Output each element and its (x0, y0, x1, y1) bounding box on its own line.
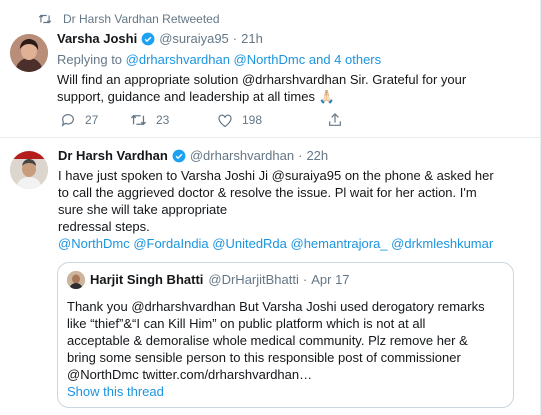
tweet-text-line: sure she will take appropriate (58, 202, 228, 217)
tweet-text-line: Will find an appropriate solution @drhar… (57, 72, 467, 87)
tweet-text-line: I have just spoken to Varsha Joshi Ji @s… (58, 168, 494, 183)
retweet-icon (38, 13, 52, 25)
dot-separator: · (232, 31, 238, 46)
quoted-header: Harjit Singh Bhatti @DrHarjitBhatti · Ap… (90, 272, 350, 287)
tweet-header: Dr Harsh Vardhan @drharshvardhan · 22h (58, 148, 328, 163)
mentions-line[interactable]: @NorthDmc @FordaIndia @UnitedRda @hemant… (58, 235, 518, 252)
share-button[interactable] (327, 112, 343, 128)
quoted-text: Thank you @drharshvardhan But Varsha Jos… (67, 298, 507, 383)
quoted-text-line: like “thief”&“I can Kill Him” on public … (67, 316, 426, 331)
tweet[interactable]: Dr Harsh Vardhan @drharshvardhan · 22h I… (0, 137, 540, 415)
quoted-handle[interactable]: @DrHarjitBhatti (208, 272, 299, 287)
tweet-header: Varsha Joshi @suraiya95 · 21h (57, 31, 263, 46)
like-count: 198 (242, 113, 263, 127)
user-handle[interactable]: @drharshvardhan (190, 148, 294, 163)
retweet-label[interactable]: Dr Harsh Vardhan Retweeted (63, 12, 220, 26)
display-name[interactable]: Dr Harsh Vardhan (58, 148, 168, 163)
replying-prefix: Replying to (57, 52, 123, 67)
avatar[interactable] (10, 34, 48, 72)
quoted-text-line: @NorthDmc twitter.com/drharshvardhan… (67, 367, 313, 382)
quoted-avatar[interactable] (67, 271, 85, 289)
quoted-text-line: bring some sensible person to this respo… (67, 350, 461, 365)
tweet-text: Will find an appropriate solution @drhar… (57, 71, 533, 105)
show-thread-link[interactable]: Show this thread (67, 384, 164, 399)
retweet-button[interactable]: 23 (130, 112, 217, 128)
quoted-text-line: acceptable & demoralise whole medical co… (67, 333, 468, 348)
display-name[interactable]: Varsha Joshi (57, 31, 137, 46)
reply-count: 27 (85, 113, 99, 127)
replying-targets[interactable]: @drharshvardhan @NorthDmc and 4 others (126, 52, 381, 67)
retweet-count: 23 (156, 113, 170, 127)
timestamp[interactable]: 22h (306, 148, 328, 163)
user-handle[interactable]: @suraiya95 (159, 31, 229, 46)
verified-badge-icon (172, 149, 186, 163)
tweet-actions: 27 23 198 (60, 112, 343, 128)
share-icon (329, 113, 341, 126)
quoted-display-name[interactable]: Harjit Singh Bhatti (90, 272, 203, 287)
quoted-date: Apr 17 (311, 272, 350, 287)
retweet-context: Dr Harsh Vardhan Retweeted (38, 12, 220, 26)
replying-to: Replying to @drharshvardhan @NorthDmc an… (57, 52, 381, 67)
dot-separator: · (302, 272, 308, 287)
reply-button[interactable]: 27 (60, 112, 130, 128)
like-button[interactable]: 198 (217, 113, 327, 128)
timestamp[interactable]: 21h (241, 31, 263, 46)
tweet-retweeted[interactable]: Dr Harsh Vardhan Retweeted Varsha Joshi … (0, 0, 540, 137)
tweet-text-line: support, guidance and leadership at all … (57, 89, 335, 104)
tweet-text: I have just spoken to Varsha Joshi Ji @s… (58, 167, 518, 252)
retweet-icon (130, 114, 147, 126)
tweet-text-line: redressal steps. (58, 219, 150, 234)
reply-icon (61, 114, 74, 127)
quoted-tweet[interactable]: Harjit Singh Bhatti @DrHarjitBhatti · Ap… (57, 262, 514, 408)
verified-badge-icon (141, 32, 155, 46)
quoted-text-line: Thank you @drharshvardhan But Varsha Jos… (67, 299, 485, 314)
tweet-text-line: to call the aggrieved doctor & resolve t… (58, 185, 477, 200)
dot-separator: · (298, 148, 303, 163)
avatar[interactable] (10, 151, 48, 189)
heart-icon (218, 114, 232, 127)
